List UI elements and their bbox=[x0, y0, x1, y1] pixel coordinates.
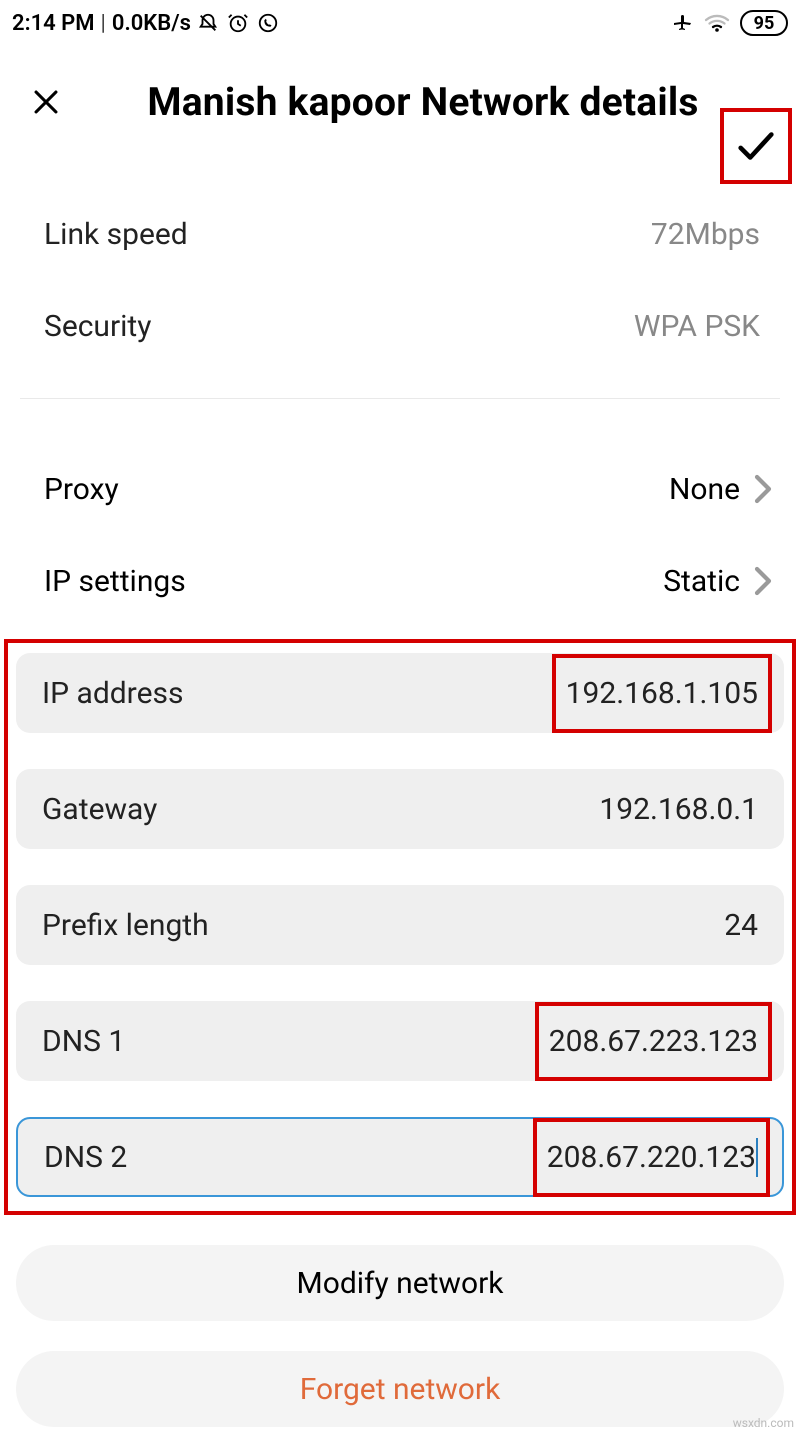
ip-address-label: IP address bbox=[42, 676, 183, 711]
close-icon bbox=[29, 85, 63, 119]
dns2-label: DNS 2 bbox=[44, 1140, 127, 1175]
prefix-length-label: Prefix length bbox=[42, 908, 209, 943]
alarm-icon bbox=[227, 12, 249, 34]
link-speed-value: 72Mbps bbox=[651, 217, 780, 252]
status-time: 2:14 PM bbox=[12, 11, 95, 36]
modify-network-label: Modify network bbox=[297, 1266, 504, 1301]
dns1-field[interactable]: DNS 1 208.67.223.123 bbox=[16, 1001, 784, 1081]
row-proxy[interactable]: Proxy None bbox=[20, 443, 780, 535]
prefix-length-value: 24 bbox=[724, 908, 758, 943]
ip-address-field[interactable]: IP address 192.168.1.105 bbox=[16, 653, 784, 733]
row-link-speed: Link speed 72Mbps bbox=[20, 188, 780, 280]
page-title: Manish kapoor Network details bbox=[68, 79, 788, 125]
status-left: 2:14 PM | 0.0KB/s bbox=[12, 11, 279, 36]
watermark: wsxdn.com bbox=[733, 1416, 794, 1430]
row-security: Security WPA PSK bbox=[20, 280, 780, 372]
header: Manish kapoor Network details bbox=[0, 46, 800, 158]
text-cursor bbox=[756, 1138, 758, 1177]
ip-settings-action: Static bbox=[663, 564, 780, 599]
security-value: WPA PSK bbox=[634, 309, 780, 344]
forget-network-label: Forget network bbox=[300, 1372, 501, 1407]
ip-settings-label: IP settings bbox=[20, 564, 186, 599]
battery-indicator: 95 bbox=[740, 10, 788, 36]
row-ip-settings[interactable]: IP settings Static bbox=[20, 535, 780, 627]
ip-address-value: 192.168.1.105 bbox=[566, 676, 758, 711]
proxy-action: None bbox=[669, 472, 780, 507]
close-button[interactable] bbox=[24, 80, 68, 124]
dns1-label: DNS 1 bbox=[42, 1024, 125, 1059]
ip-settings-value: Static bbox=[663, 564, 740, 599]
status-speed: 0.0KB/s bbox=[112, 11, 191, 36]
security-label: Security bbox=[20, 309, 151, 344]
proxy-label: Proxy bbox=[20, 472, 119, 507]
gateway-field[interactable]: Gateway 192.168.0.1 bbox=[16, 769, 784, 849]
chevron-right-icon bbox=[754, 474, 772, 504]
dns1-value: 208.67.223.123 bbox=[549, 1024, 758, 1059]
status-divider: | bbox=[101, 11, 106, 36]
gateway-label: Gateway bbox=[42, 792, 157, 827]
row-signal-strength: Signal strength Excellent bbox=[20, 158, 780, 188]
prefix-length-field[interactable]: Prefix length 24 bbox=[16, 885, 784, 965]
dns2-value: 208.67.220.123 bbox=[547, 1140, 756, 1175]
status-icons-left bbox=[197, 12, 279, 34]
airplane-icon bbox=[670, 11, 694, 35]
divider bbox=[20, 398, 780, 399]
dns2-field[interactable]: DNS 2 208.67.220.123 bbox=[16, 1117, 784, 1197]
modify-network-button[interactable]: Modify network bbox=[16, 1245, 784, 1321]
gateway-value: 192.168.0.1 bbox=[599, 792, 758, 827]
wifi-icon bbox=[704, 13, 730, 33]
details-list: Signal strength Excellent Link speed 72M… bbox=[0, 158, 800, 627]
status-bar: 2:14 PM | 0.0KB/s 95 bbox=[0, 0, 800, 46]
link-speed-label: Link speed bbox=[20, 217, 188, 252]
status-right: 95 bbox=[670, 10, 788, 36]
dnd-icon bbox=[197, 12, 219, 34]
chevron-right-icon bbox=[754, 566, 772, 596]
forget-network-button[interactable]: Forget network bbox=[16, 1351, 784, 1427]
proxy-value: None bbox=[669, 472, 740, 507]
static-ip-fields-highlight: IP address 192.168.1.105 Gateway 192.168… bbox=[4, 639, 796, 1215]
whatsapp-icon bbox=[257, 12, 279, 34]
